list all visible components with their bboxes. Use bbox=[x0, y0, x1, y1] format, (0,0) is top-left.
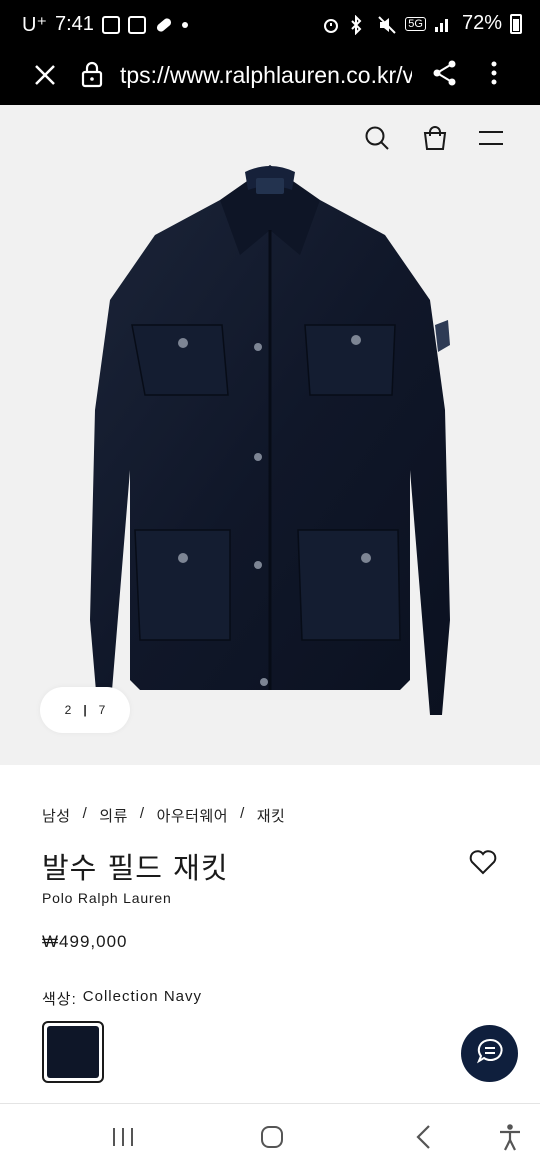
url-bar: tps://www.ralphlauren.co.kr/v bbox=[0, 50, 540, 105]
gallery-total: 7 bbox=[98, 703, 106, 717]
time-label: 7:41 bbox=[55, 13, 94, 35]
breadcrumb: 남성 / 의류 / 아우터웨어 / 재킷 bbox=[42, 805, 512, 826]
status-bar: U⁺ 7:41 5G 72% bbox=[0, 0, 540, 50]
chat-button[interactable] bbox=[461, 1025, 518, 1082]
back-icon[interactable] bbox=[409, 1122, 439, 1152]
breadcrumb-separator: / bbox=[82, 805, 88, 822]
pill-notification-icon bbox=[154, 16, 174, 34]
search-icon[interactable] bbox=[362, 123, 392, 153]
breadcrumb-item-clothing[interactable]: 의류 bbox=[99, 805, 128, 826]
product-brand: Polo Ralph Lauren bbox=[42, 890, 172, 906]
mute-icon bbox=[377, 15, 397, 34]
chat-icon bbox=[475, 1036, 505, 1071]
breadcrumb-item-men[interactable]: 남성 bbox=[42, 805, 71, 826]
breadcrumb-separator: / bbox=[139, 805, 145, 822]
bluetooth-icon bbox=[349, 14, 369, 35]
app-notification-icon bbox=[127, 15, 146, 34]
breadcrumb-item-jackets[interactable]: 재킷 bbox=[257, 805, 286, 826]
lock-icon[interactable] bbox=[80, 60, 104, 90]
product-title: 발수 필드 재킷 bbox=[42, 851, 229, 885]
network-type-label: 5G bbox=[405, 16, 426, 31]
swatch-fill bbox=[47, 1026, 99, 1078]
battery-icon bbox=[510, 13, 522, 34]
gallery-counter: 2 | 7 bbox=[40, 687, 130, 733]
color-label: 색상: bbox=[42, 991, 77, 1008]
recent-apps-icon[interactable] bbox=[108, 1122, 138, 1152]
system-nav-bar bbox=[0, 1103, 540, 1170]
carrier-label: U⁺ bbox=[22, 14, 47, 36]
signal-icon bbox=[434, 15, 454, 33]
color-value: Collection Navy bbox=[82, 988, 202, 1005]
url-text[interactable]: tps://www.ralphlauren.co.kr/v bbox=[120, 60, 412, 90]
product-price: ₩499,000 bbox=[42, 932, 128, 951]
menu-icon[interactable] bbox=[476, 123, 506, 153]
home-icon[interactable] bbox=[257, 1122, 287, 1152]
bag-icon[interactable] bbox=[420, 123, 450, 153]
accessibility-icon[interactable] bbox=[495, 1122, 525, 1152]
color-swatch-collection-navy[interactable] bbox=[42, 1021, 104, 1083]
close-icon[interactable] bbox=[30, 60, 60, 90]
browser-top-bar: U⁺ 7:41 5G 72% tps://www.ralphlauren.co.… bbox=[0, 0, 540, 105]
battery-percent-label: 72% bbox=[461, 12, 502, 34]
share-icon[interactable] bbox=[430, 58, 460, 88]
wishlist-heart-icon[interactable] bbox=[468, 847, 498, 877]
gallery-current: 2 bbox=[64, 703, 72, 717]
more-notifications-icon bbox=[181, 21, 188, 28]
product-image-gallery[interactable]: 2 | 7 bbox=[0, 105, 540, 765]
breadcrumb-item-outerwear[interactable]: 아우터웨어 bbox=[157, 805, 229, 826]
more-icon[interactable] bbox=[482, 58, 506, 88]
gallery-separator: | bbox=[83, 703, 87, 717]
color-selection-label: 색상: Collection Navy bbox=[42, 988, 202, 1009]
product-info: 남성 / 의류 / 아우터웨어 / 재킷 발수 필드 재킷 Polo Ralph… bbox=[42, 805, 512, 1008]
breadcrumb-separator: / bbox=[240, 805, 245, 822]
alarm-icon bbox=[321, 15, 341, 33]
product-image bbox=[90, 165, 450, 715]
gallery-notification-icon bbox=[101, 15, 120, 34]
